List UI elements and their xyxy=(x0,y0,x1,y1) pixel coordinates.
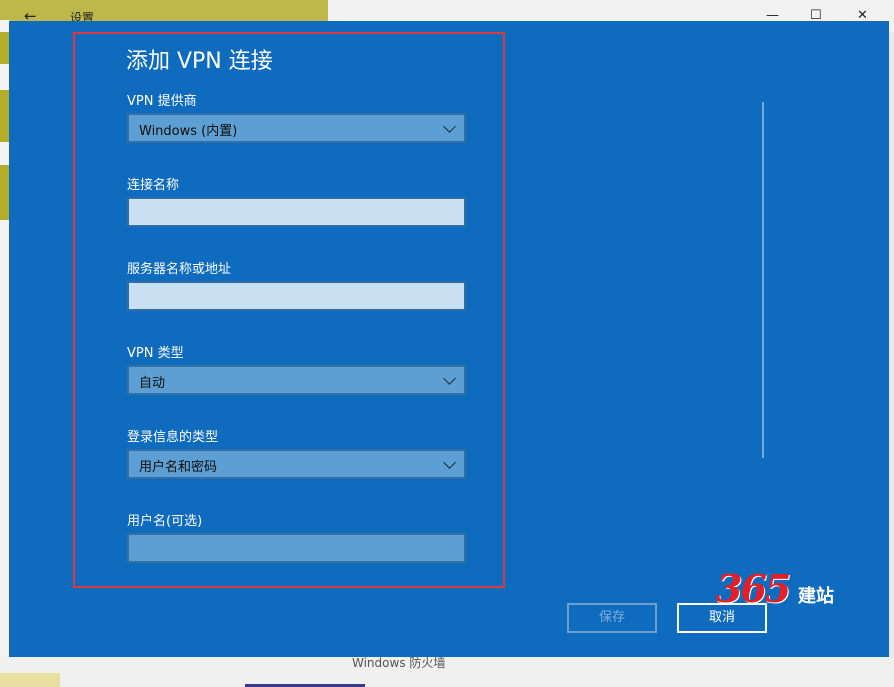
connection-name-label: 连接名称 xyxy=(127,178,180,193)
dialog-scrollbar[interactable] xyxy=(762,102,764,458)
watermark-number: 365 xyxy=(716,566,791,611)
watermark-text: 建站 xyxy=(798,586,834,607)
dialog-title: 添加 VPN 连接 xyxy=(126,49,273,74)
vpn-type-select[interactable]: 自动 xyxy=(127,365,466,395)
background-bottom-area xyxy=(0,657,894,687)
server-label: 服务器名称或地址 xyxy=(127,262,232,277)
background-underline xyxy=(245,676,365,687)
provider-label: VPN 提供商 xyxy=(127,94,197,109)
provider-value: Windows (内置) xyxy=(139,124,238,139)
save-button[interactable]: 保存 xyxy=(567,603,657,633)
signin-type-select[interactable]: 用户名和密码 xyxy=(127,449,466,479)
add-vpn-dialog: 添加 VPN 连接 VPN 提供商 Windows (内置) 连接名称 服务器名… xyxy=(9,21,889,657)
chevron-down-icon xyxy=(443,456,456,469)
connection-name-input[interactable] xyxy=(127,197,466,227)
vpn-type-value: 自动 xyxy=(139,376,166,391)
background-highlight xyxy=(0,673,60,687)
server-input[interactable] xyxy=(127,281,466,311)
chevron-down-icon xyxy=(443,120,456,133)
chevron-down-icon xyxy=(443,372,456,385)
background-highlight xyxy=(0,0,328,22)
username-input[interactable] xyxy=(127,533,466,563)
username-label: 用户名(可选) xyxy=(127,514,203,529)
signin-type-value: 用户名和密码 xyxy=(139,460,218,475)
vpn-type-label: VPN 类型 xyxy=(127,346,184,361)
signin-type-label: 登录信息的类型 xyxy=(127,430,219,445)
provider-select[interactable]: Windows (内置) xyxy=(127,113,466,143)
